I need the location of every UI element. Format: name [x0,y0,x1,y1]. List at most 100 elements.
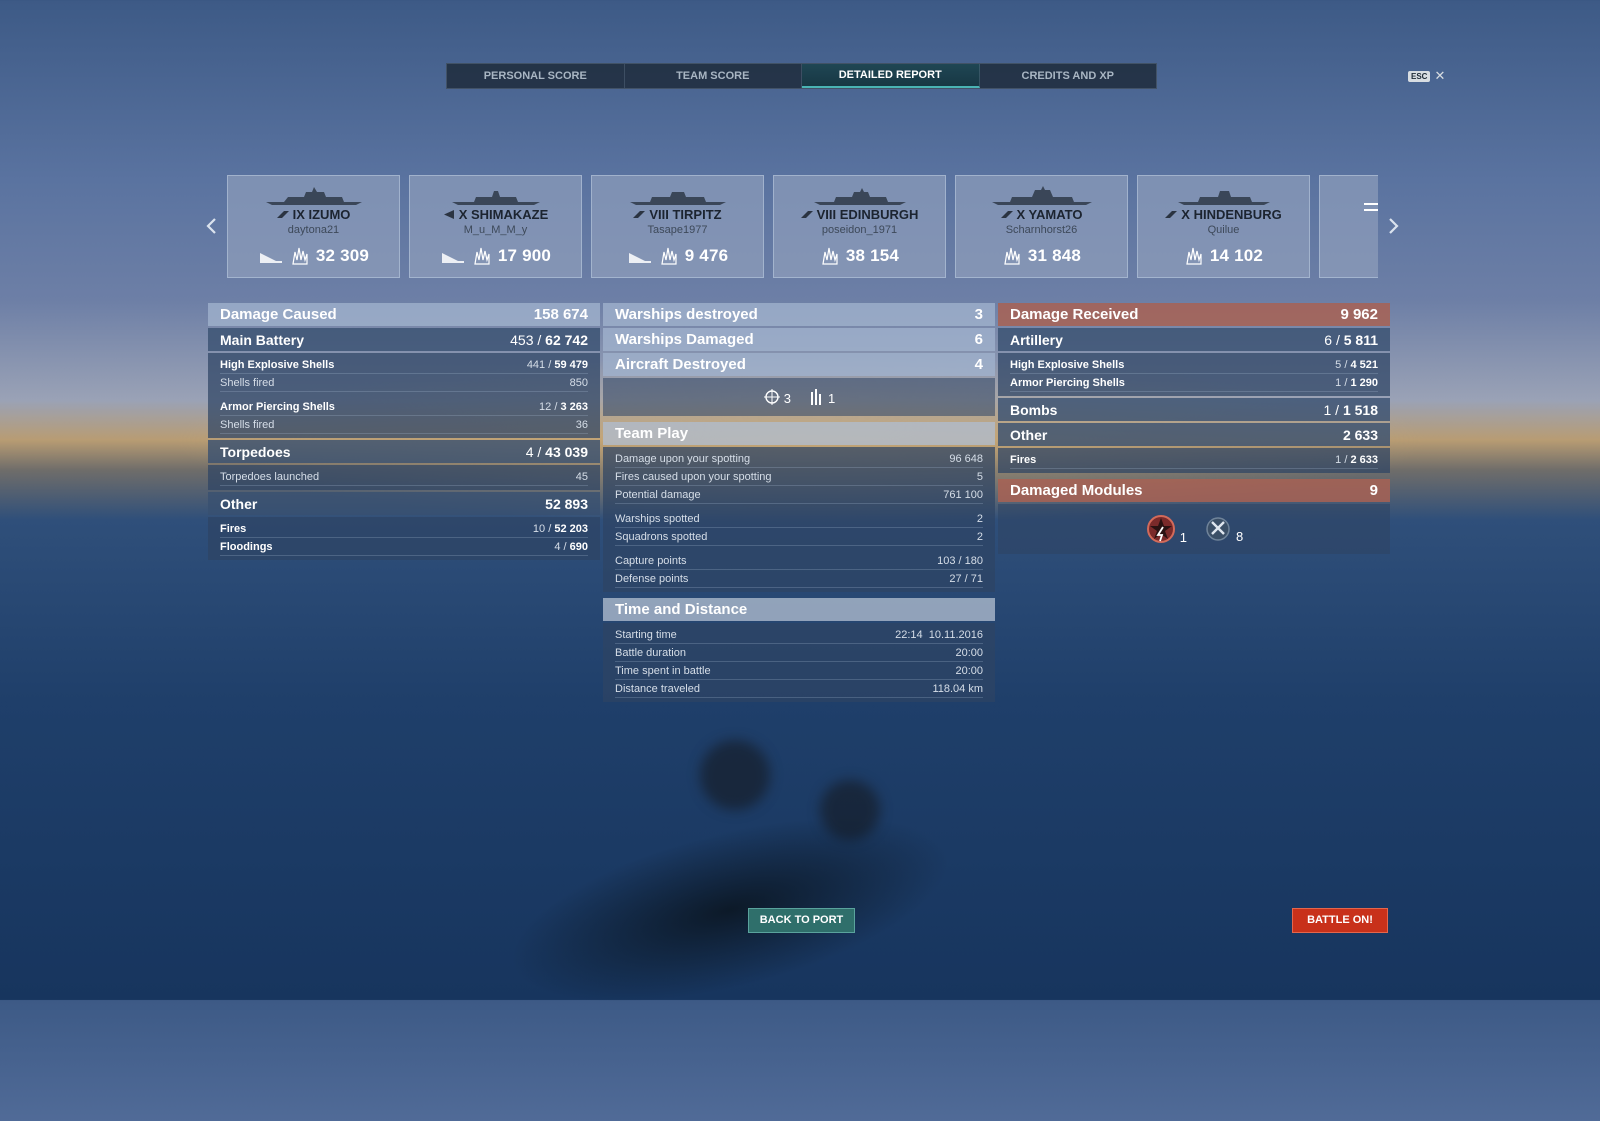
battle-on-button[interactable]: BATTLE ON! [1292,908,1388,933]
ship-card-partial[interactable] [1319,175,1378,278]
damaged-modules-value: 9 [1369,482,1378,499]
warships-spotted-value: 2 [976,512,983,525]
back-to-port-button[interactable]: BACK TO PORT [748,908,855,933]
main-battery-value: 62 742 [545,331,588,348]
main-battery-label: Main Battery [220,331,305,348]
floodings-label: Floodings [220,540,273,553]
artillery-value: 5 811 [1343,331,1378,348]
esc-key-label: ESC [1408,70,1431,82]
torpedoes-label: Torpedoes [220,443,291,460]
damage-splash-icon [1004,247,1020,265]
time-spent-value: 20:00 [955,664,983,677]
warships-spotted-label: Warships spotted [615,512,700,525]
received-ap-label: Armor Piercing Shells [1010,376,1125,389]
ship-card[interactable]: VIII TIRPITZ Tasape1977 9 476 [591,175,764,278]
other-value: 52 893 [545,495,588,512]
torpedo-hit-icon [259,253,282,263]
main-battery-hits: 453 [510,331,534,348]
carousel-left-arrow-icon[interactable] [203,215,221,237]
time-spent-label: Time spent in battle [615,664,711,677]
anti-aircraft-icon [811,389,821,405]
received-he-hits: 5 [1335,358,1342,371]
damaged-modules-icons: 1 8 [998,504,1390,554]
tab-credits-and-xp[interactable]: CREDITS AND XP [980,64,1157,88]
ap-shells-label: Armor Piercing Shells [220,400,335,413]
warships-damaged-value: 6 [974,331,983,348]
ship-class-icon [633,211,646,218]
aircraft-destroyed-value: 4 [974,356,983,373]
received-fires-hits: 1 [1335,453,1342,466]
artillery-hits: 6 [1324,331,1333,348]
fires-damage: 52 203 [554,522,588,535]
warships-destroyed-label: Warships destroyed [615,306,758,323]
ship-damage-value: 31 848 [1027,246,1082,265]
damage-received-value: 9 962 [1340,306,1378,323]
defense-points-value: 27 / 71 [949,572,983,585]
damaged-modules-label: Damaged Modules [1010,482,1143,499]
received-he-label: High Explosive Shells [1010,358,1125,371]
ap-fired-value: 36 [575,418,588,431]
report-tabs: PERSONAL SCORE TEAM SCORE DETAILED REPOR… [446,63,1157,89]
close-report-button[interactable]: ESC ✕ [1408,68,1445,84]
tab-personal-score[interactable]: PERSONAL SCORE [447,64,625,88]
ship-class-icon [443,210,454,219]
received-ap-damage: 1 290 [1350,376,1378,389]
ship-class-icon [276,211,289,218]
artillery-label: Artillery [1010,331,1063,348]
torpedoes-value: 43 039 [545,443,588,460]
ship-name: X SHIMAKAZE [458,207,549,222]
player-name: Tasape1977 [647,224,708,236]
tab-detailed-report[interactable]: DETAILED REPORT [802,64,980,88]
damage-caused-label: Damage Caused [220,306,337,323]
spot-fires-value: 5 [976,470,983,483]
battleship-silhouette-icon [630,192,726,205]
warships-destroyed-value: 3 [974,306,983,323]
he-damage: 59 479 [554,358,588,371]
torpedoes-launched-label: Torpedoes launched [220,470,320,483]
ship-card[interactable]: X HINDENBURG Quilue 14 102 [1137,175,1310,278]
fighter-kill-count: 3 [783,391,791,406]
battle-duration-label: Battle duration [615,646,686,659]
destroyed-module-count: 8 [1236,529,1244,544]
player-name: Quilue [1207,224,1240,236]
ship-card[interactable]: IX IZUMO daytona21 32 309 [227,175,400,278]
starting-time-label: Starting time [615,628,677,641]
starting-time-value: 22:14 10.11.2016 [895,628,983,641]
ship-damage-value: 32 309 [315,246,370,265]
received-fires-label: Fires [1010,453,1037,466]
warships-panel: Warships destroyed 3 Warships Damaged 6 … [603,303,995,704]
close-icon: ✕ [1434,68,1446,83]
ship-damage-value: 17 900 [497,246,552,265]
fires-hits: 10 [532,522,546,535]
player-name: Scharnhorst26 [1005,224,1078,236]
capture-points-value: 103 / 180 [937,554,983,567]
ship-class-icon [1364,203,1378,211]
cruiser-silhouette-icon [814,188,906,205]
ap-damage: 3 263 [560,400,588,413]
carousel-right-arrow-icon[interactable] [1384,215,1402,237]
ship-card[interactable]: X SHIMAKAZE M_u_M_M_y 17 900 [409,175,582,278]
other-label: Other [220,495,258,512]
ship-card[interactable]: VIII EDINBURGH poseidon_1971 38 154 [773,175,946,278]
destroyer-silhouette-icon [452,191,540,205]
bombs-hits: 1 [1323,401,1332,418]
aircraft-breakdown: 3 1 [603,378,995,416]
fighter-kill-icon [763,389,780,405]
spot-damage-label: Damage upon your spotting [615,452,751,465]
floodings-damage: 690 [569,540,588,553]
incapacitated-module-icon [1146,515,1175,543]
battleship-silhouette-icon [992,186,1092,205]
bombs-label: Bombs [1010,401,1058,418]
tab-team-score[interactable]: TEAM SCORE [625,64,802,88]
bombs-value: 1 518 [1342,401,1378,418]
ship-name: X YAMATO [1016,207,1083,222]
time-distance-title: Time and Distance [603,598,995,621]
he-shells-label: High Explosive Shells [220,358,335,371]
incapacitated-module-count: 1 [1179,530,1187,545]
team-play-title: Team Play [603,422,995,445]
distance-value: 118.04 km [932,682,983,695]
ship-class-icon [1165,211,1178,218]
floodings-hits: 4 [554,540,561,553]
ship-card[interactable]: X YAMATO Scharnhorst26 31 848 [955,175,1128,278]
ap-fired-label: Shells fired [220,418,275,431]
